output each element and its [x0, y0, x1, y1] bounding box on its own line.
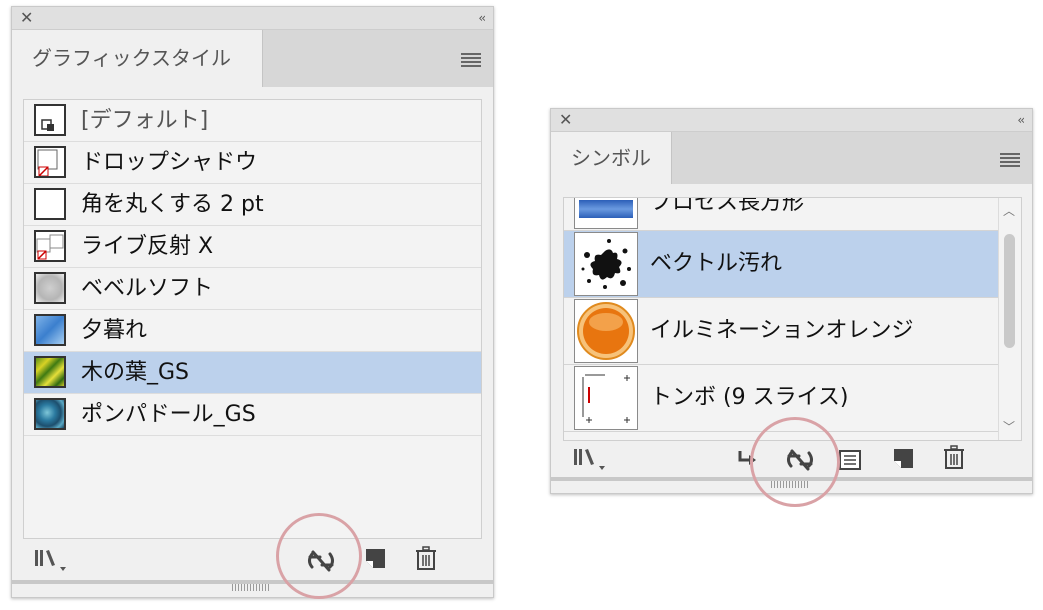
list-item[interactable]: イルミネーションオレンジ — [564, 298, 999, 365]
panel-menu-icon[interactable] — [461, 53, 481, 67]
vector-splatter-thumb — [574, 232, 638, 296]
tab-symbols[interactable]: シンボル — [551, 132, 672, 184]
scroll-up-icon[interactable]: ︿ — [1003, 202, 1015, 219]
panel-titlebar[interactable]: ✕ ‹‹ — [12, 7, 493, 30]
style-label: 角を丸くする 2 pt — [81, 192, 264, 217]
drop-shadow-swatch — [34, 146, 66, 178]
style-label: ドロップシャドウ — [81, 150, 258, 175]
trash-icon[interactable] — [943, 445, 965, 475]
new-symbol-icon[interactable] — [893, 448, 915, 474]
list-item[interactable]: ベクトル汚れ — [564, 231, 999, 298]
style-list[interactable]: [デフォルト] ドロップシャドウ 角を丸くする 2 pt ライブ反射 X ベベル… — [23, 99, 482, 539]
tab-label: シンボル — [571, 146, 651, 170]
pompadour-pattern-swatch — [34, 398, 66, 430]
style-label: 木の葉_GS — [81, 360, 190, 385]
symbol-label: プロセス長方形 — [650, 197, 805, 215]
tab-strip: グラフィックスタイル — [12, 30, 493, 87]
graphic-styles-panel: ✕ ‹‹ グラフィックスタイル [デフォルト] ドロップシャドウ 角を丸くする … — [11, 6, 494, 598]
collapse-icon[interactable]: ‹‹ — [478, 9, 485, 27]
panel-titlebar[interactable]: ✕ ‹‹ — [551, 109, 1032, 132]
symbol-options-icon[interactable] — [839, 448, 861, 474]
symbol-list[interactable]: プロセス長方形 ベクトル汚れ イルミネーションオレンジ トンボ (9 スライス)… — [563, 197, 1022, 441]
resize-grip[interactable] — [232, 584, 270, 591]
new-style-icon[interactable] — [365, 548, 387, 574]
style-label: [デフォルト] — [81, 108, 209, 133]
tab-graphic-styles[interactable]: グラフィックスタイル — [12, 30, 263, 87]
live-reflect-swatch — [34, 230, 66, 262]
list-item[interactable]: 木の葉_GS — [24, 352, 481, 394]
collapse-icon[interactable]: ‹‹ — [1017, 111, 1024, 129]
style-label: ベベルソフト — [81, 276, 214, 301]
leaf-pattern-swatch — [34, 356, 66, 388]
list-item[interactable]: 角を丸くする 2 pt — [24, 184, 481, 226]
list-item[interactable]: 夕暮れ — [24, 310, 481, 352]
close-icon[interactable]: ✕ — [20, 9, 33, 27]
resize-grip[interactable] — [771, 481, 809, 488]
round-corners-swatch — [34, 188, 66, 220]
scroll-down-icon[interactable]: ﹀ — [1003, 418, 1015, 435]
symbol-label: イルミネーションオレンジ — [650, 318, 914, 343]
symbols-panel: ✕ ‹‹ シンボル プロセス長方形 ベクトル汚れ イルミネーションオレンジ トン… — [550, 108, 1033, 494]
library-icon[interactable] — [34, 548, 68, 576]
place-instance-icon[interactable] — [737, 449, 757, 473]
trash-icon[interactable] — [415, 546, 437, 576]
style-label: ポンパドール_GS — [81, 402, 256, 427]
symbol-label: ベクトル汚れ — [650, 251, 783, 276]
list-item[interactable]: [デフォルト] — [24, 100, 481, 142]
list-item[interactable]: プロセス長方形 — [564, 197, 999, 231]
symbol-label: トンボ (9 スライス) — [650, 385, 849, 410]
sunset-swatch — [34, 314, 66, 346]
tab-strip: シンボル — [551, 132, 1032, 184]
library-icon[interactable] — [573, 447, 607, 475]
crop-marks-thumb — [574, 366, 638, 430]
style-label: 夕暮れ — [81, 318, 148, 343]
break-link-icon[interactable] — [785, 449, 815, 475]
bevel-soft-swatch — [34, 272, 66, 304]
tab-label: グラフィックスタイル — [32, 46, 231, 70]
list-item[interactable]: ドロップシャドウ — [24, 142, 481, 184]
illumination-orange-thumb — [574, 299, 638, 363]
process-rectangle-thumb — [574, 198, 638, 229]
default-style-swatch — [34, 104, 66, 136]
panel-menu-icon[interactable] — [1000, 153, 1020, 167]
scrollbar[interactable]: ︿ ﹀ — [998, 198, 1021, 440]
list-item[interactable]: トンボ (9 スライス) — [564, 365, 999, 432]
break-link-icon[interactable] — [306, 550, 336, 576]
list-item[interactable]: ライブ反射 X — [24, 226, 481, 268]
list-item[interactable]: ポンパドール_GS — [24, 394, 481, 436]
style-label: ライブ反射 X — [81, 234, 214, 259]
close-icon[interactable]: ✕ — [559, 111, 572, 129]
list-item[interactable]: ベベルソフト — [24, 268, 481, 310]
scrollbar-thumb[interactable] — [1004, 234, 1015, 348]
